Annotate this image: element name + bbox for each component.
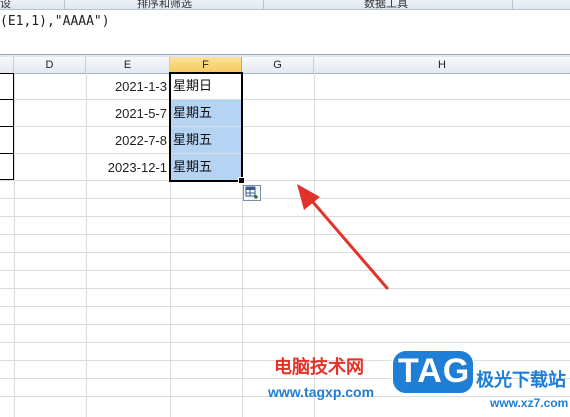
tag-logo-icon: TAG [390, 348, 476, 396]
watermark-brand-text: 极光下载站 [476, 370, 566, 390]
watermark-site-url: www.tagxp.com [268, 384, 375, 400]
watermark-brand-url: www.xz7.com [490, 396, 569, 410]
tag-logo-text: TAG [398, 352, 471, 390]
watermark-site-name: 电脑技术网 [274, 357, 364, 377]
